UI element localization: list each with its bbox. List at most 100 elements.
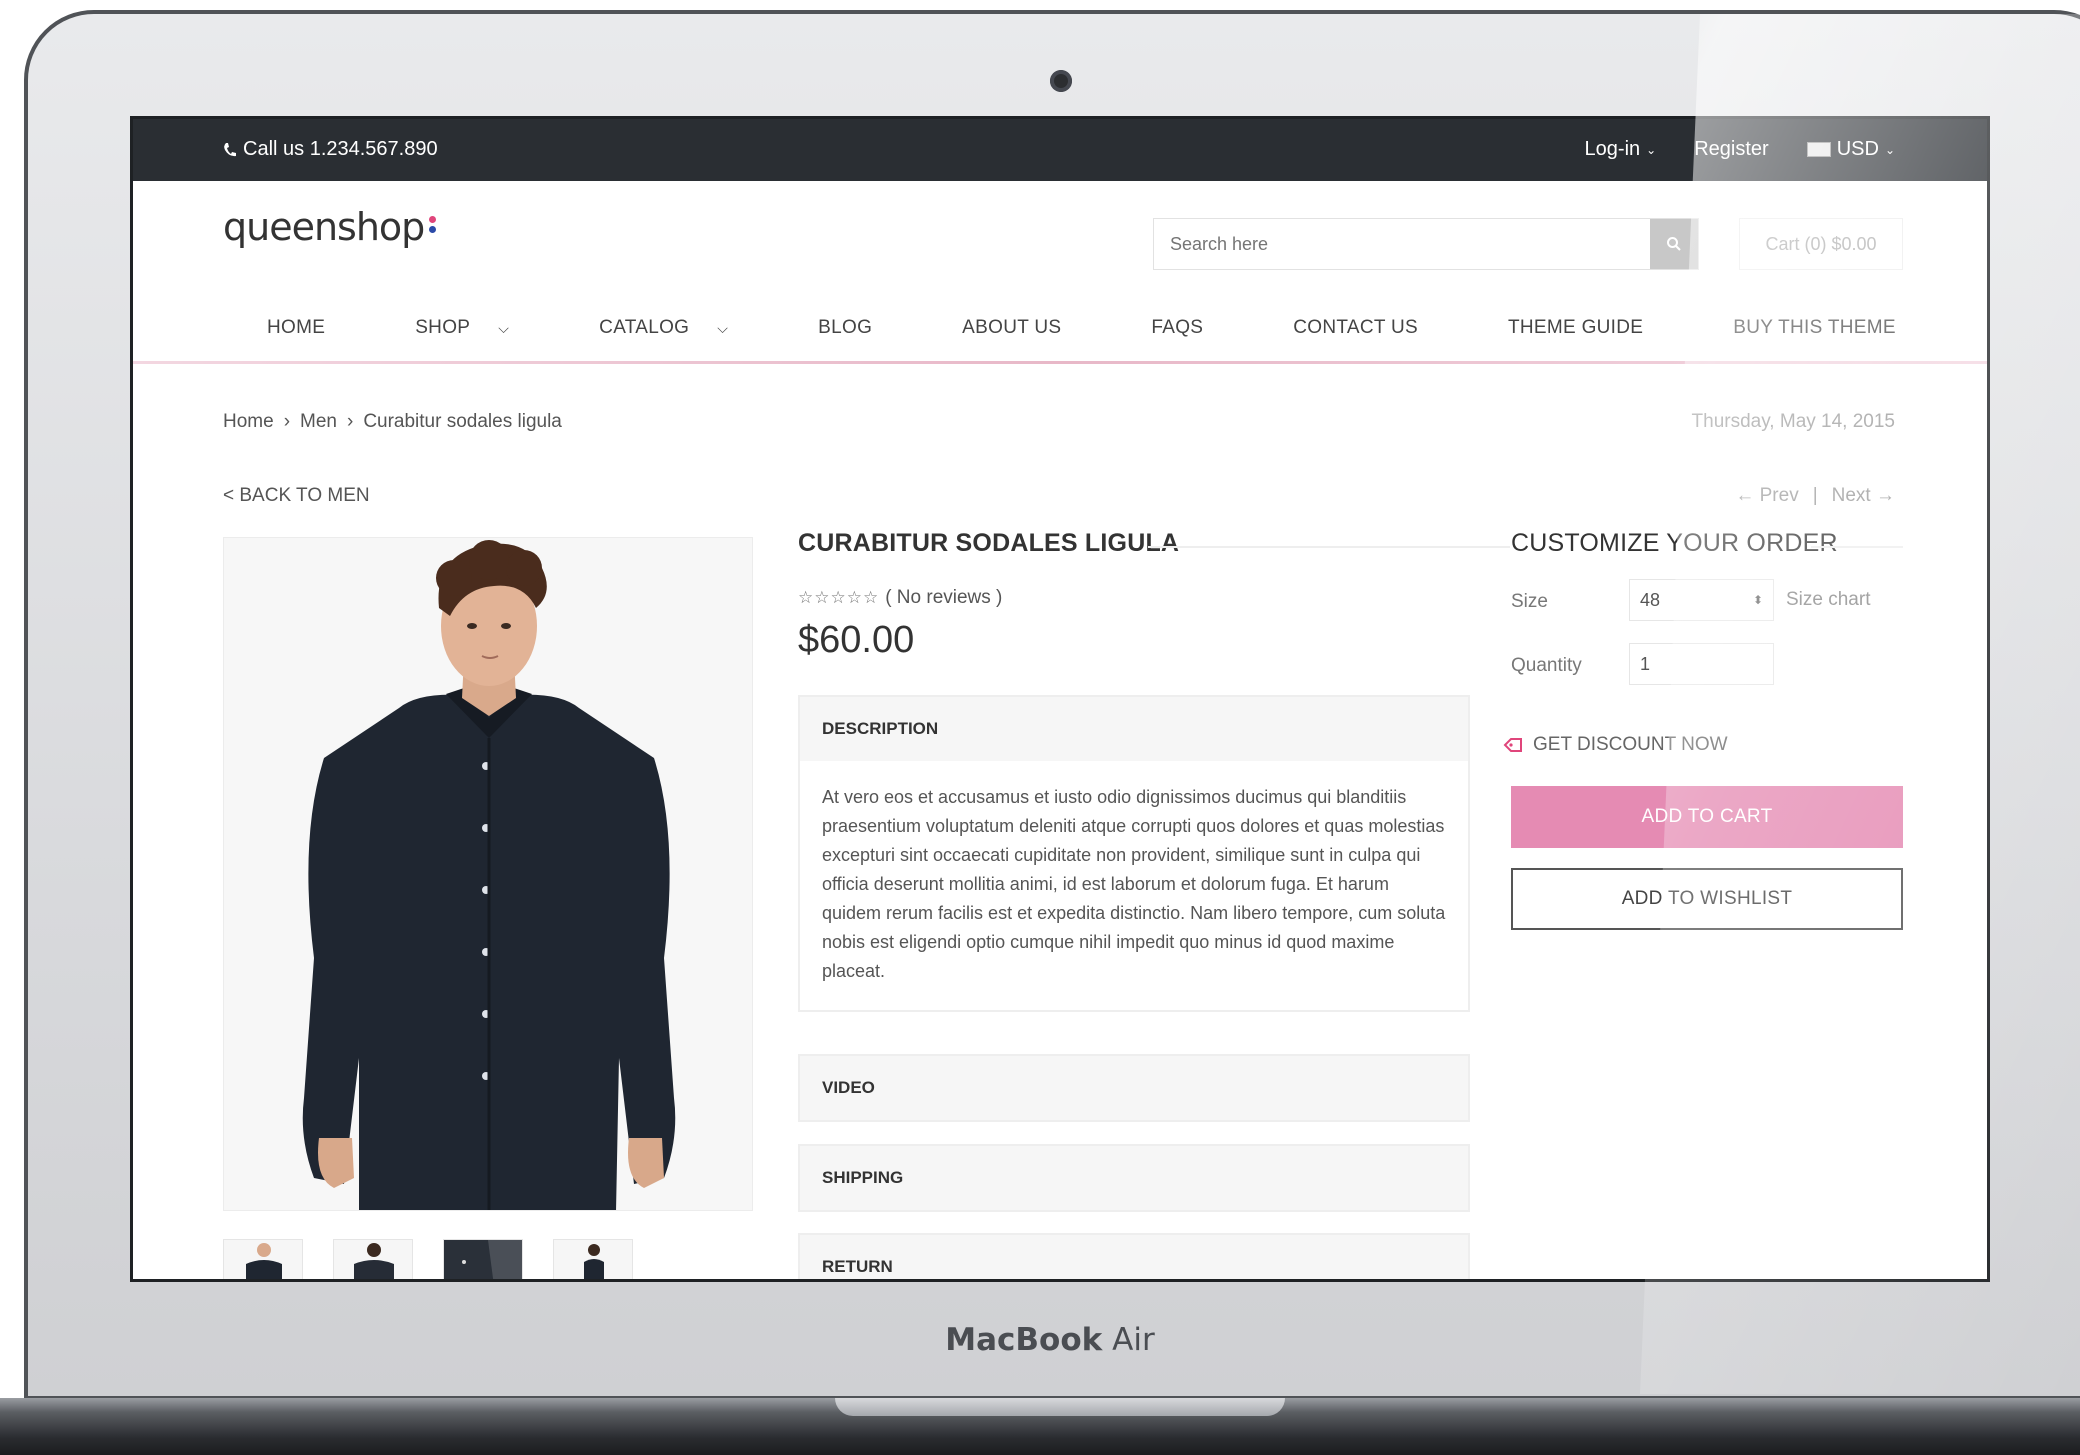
product-main-image[interactable] — [223, 537, 753, 1211]
description-text: At vero eos et accusamus et iusto odio d… — [822, 787, 1446, 981]
camera-icon — [1050, 70, 1072, 92]
thumbnail-photo — [554, 1240, 632, 1279]
product-title: CURABITUR SODALES LIGULA — [798, 529, 1180, 557]
currency-label: USD — [1836, 138, 1879, 160]
login-link[interactable]: Log-in ⌄ — [1585, 138, 1657, 161]
thumbnail-front[interactable] — [223, 1239, 303, 1279]
nav-item-blog[interactable]: BLOG — [774, 317, 872, 339]
back-to-men-link[interactable]: < BACK TO MEN — [223, 485, 370, 507]
thumbnail-photo — [444, 1240, 522, 1279]
nav-divider — [133, 361, 1987, 364]
product-rating: ☆☆☆☆☆ ( No reviews ) — [798, 587, 1002, 609]
site-logo[interactable]: queenshop — [223, 205, 437, 249]
tab-video[interactable]: VIDEO — [800, 1056, 1468, 1120]
account-links: Log-in ⌄ Register USD ⌄ — [1585, 138, 1895, 161]
size-select[interactable]: 48 ⬍ — [1629, 579, 1774, 621]
nav-item-buy-this-theme[interactable]: BUY THIS THEME — [1689, 317, 1896, 339]
phone-icon — [224, 142, 236, 156]
phone-contact: Call us 1.234.567.890 — [223, 138, 438, 161]
nav-label: BLOG — [818, 317, 873, 338]
chevron-down-icon: ⌵ — [498, 319, 510, 336]
search-input[interactable] — [1154, 219, 1650, 269]
breadcrumb-separator: › — [283, 411, 291, 432]
browser-screen: Call us 1.234.567.890 Log-in ⌄ Register U… — [130, 116, 1990, 1282]
tag-icon — [1503, 738, 1522, 752]
nav-label: FAQS — [1151, 317, 1204, 338]
nav-item-home[interactable]: HOME — [223, 317, 325, 339]
device-label-light: Air — [1112, 1322, 1155, 1358]
device-label-bold: MacBook — [945, 1322, 1103, 1358]
register-link[interactable]: Register — [1694, 138, 1768, 161]
quantity-label: Quantity — [1511, 655, 1582, 676]
video-panel: VIDEO — [798, 1054, 1470, 1122]
size-chart-link[interactable]: Size chart — [1786, 589, 1870, 611]
nav-item-contact-us[interactable]: CONTACT US — [1249, 317, 1418, 339]
nav-item-shop[interactable]: SHOP ⌵ — [371, 317, 509, 339]
prev-link[interactable]: ← Prev — [1735, 485, 1798, 507]
nav-label: BUY THIS THEME — [1733, 317, 1896, 338]
description-panel: DESCRIPTION At vero eos et accusamus et … — [798, 695, 1470, 1012]
flag-icon — [1806, 142, 1831, 157]
shipping-panel: SHIPPING — [798, 1144, 1470, 1212]
product-pager: ← Prev | Next → — [1735, 485, 1895, 507]
quantity-input[interactable]: 1 — [1629, 643, 1774, 685]
nav-item-faqs[interactable]: FAQS — [1107, 317, 1203, 339]
search-button[interactable] — [1650, 219, 1698, 269]
nav-item-about-us[interactable]: ABOUT US — [918, 317, 1061, 339]
search-icon — [1667, 237, 1681, 251]
product-thumbnails — [223, 1239, 633, 1279]
phone-text: Call us 1.234.567.890 — [243, 138, 438, 160]
discount-label: GET DISCOUNT NOW — [1533, 734, 1728, 755]
star-rating-icon[interactable]: ☆☆☆☆☆ — [798, 588, 879, 608]
thumbnail-detail[interactable] — [443, 1239, 523, 1279]
nav-label: THEME GUIDE — [1508, 317, 1644, 338]
breadcrumb-home[interactable]: Home — [223, 411, 274, 433]
breadcrumb-men[interactable]: Men — [300, 411, 337, 433]
size-label: Size — [1511, 591, 1548, 612]
logo-text: queenshop — [223, 205, 425, 249]
next-link[interactable]: Next → — [1832, 485, 1895, 507]
chevron-down-icon: ⌄ — [1884, 142, 1895, 157]
nav-label: SHOP — [415, 317, 471, 338]
device-label: MacBook Air — [0, 1322, 2080, 1358]
nav-label: CONTACT US — [1293, 317, 1418, 338]
return-panel: RETURN — [798, 1233, 1470, 1279]
nav-label: ABOUT US — [962, 317, 1062, 338]
nav-label: CATALOG — [599, 317, 690, 338]
top-bar: Call us 1.234.567.890 Log-in ⌄ Register U… — [133, 119, 1987, 181]
thumbnail-back[interactable] — [333, 1239, 413, 1279]
tab-return[interactable]: RETURN — [800, 1235, 1468, 1279]
currency-selector[interactable]: USD ⌄ — [1806, 138, 1895, 161]
select-arrows-icon: ⬍ — [1752, 593, 1763, 607]
nav-item-theme-guide[interactable]: THEME GUIDE — [1464, 317, 1643, 339]
breadcrumb-separator: › — [346, 411, 354, 432]
nav-item-catalog[interactable]: CATALOG ⌵ — [555, 317, 728, 339]
add-to-wishlist-button[interactable]: ADD TO WISHLIST — [1511, 868, 1903, 930]
chevron-down-icon: ⌵ — [717, 319, 729, 336]
breadcrumb-current: Curabitur sodales ligula — [363, 411, 562, 432]
size-value: 48 — [1640, 589, 1661, 610]
main-nav: HOME SHOP ⌵ CATALOG ⌵ BLOG ABOUT US FAQS C… — [223, 317, 1896, 339]
thumbnail-photo — [224, 1240, 302, 1279]
quantity-value: 1 — [1640, 653, 1651, 674]
customize-title: CUSTOMIZE YOUR ORDER — [1511, 529, 1838, 557]
laptop-hinge — [835, 1398, 1285, 1416]
breadcrumb: Home › Men › Curabitur sodales ligula — [223, 411, 562, 433]
thumbnail-side[interactable] — [553, 1239, 633, 1279]
nav-label: HOME — [267, 317, 326, 338]
tab-shipping[interactable]: SHIPPING — [800, 1146, 1468, 1210]
add-to-cart-button[interactable]: ADD TO CART — [1511, 786, 1903, 848]
customize-divider — [1811, 546, 1903, 548]
reviews-count: ( No reviews ) — [885, 587, 1003, 608]
current-date: Thursday, May 14, 2015 — [1691, 411, 1895, 432]
title-divider — [1148, 546, 1510, 548]
product-photo — [224, 538, 752, 1210]
thumbnail-photo — [334, 1240, 412, 1279]
discount-link[interactable]: GET DISCOUNT NOW — [1503, 734, 1728, 756]
tab-description[interactable]: DESCRIPTION — [800, 697, 1468, 761]
logo-dots-icon — [429, 213, 437, 236]
cart-button[interactable]: Cart (0) $0.00 — [1739, 218, 1903, 270]
pager-divider: | — [1812, 485, 1818, 506]
login-label: Log-in — [1584, 138, 1641, 160]
search-box — [1153, 218, 1699, 270]
